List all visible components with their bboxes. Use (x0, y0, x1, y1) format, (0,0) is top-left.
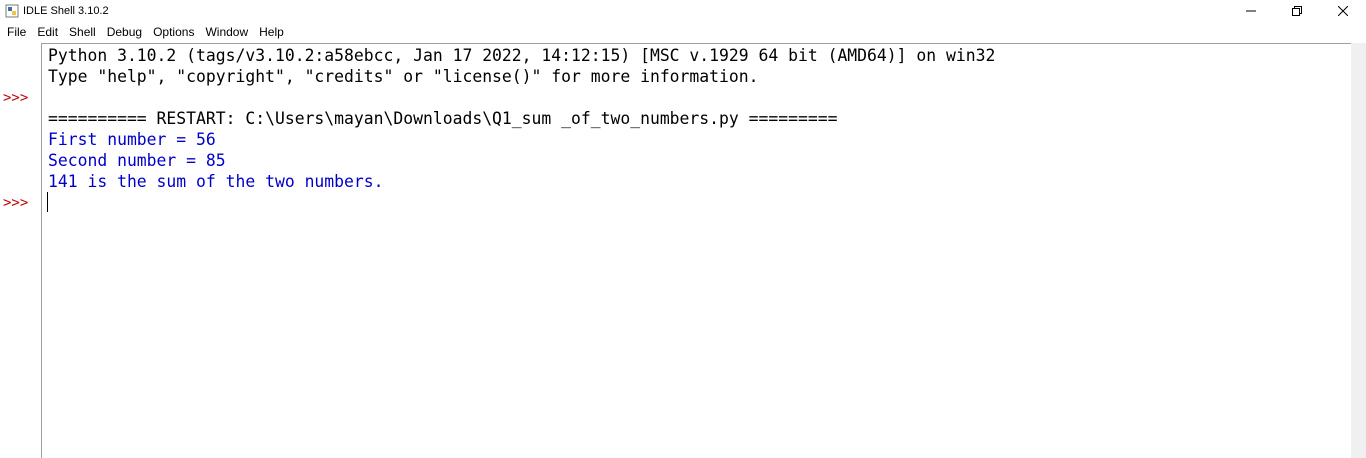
text-cursor (47, 192, 48, 212)
banner-line-2: Type "help", "copyright", "credits" or "… (48, 67, 759, 86)
prompt-marker: >>> (3, 90, 29, 106)
menu-help[interactable]: Help (253, 23, 289, 42)
prompt-gutter: >>> >>> (0, 43, 41, 458)
menu-options[interactable]: Options (147, 23, 199, 42)
minimize-icon (1246, 10, 1256, 12)
restore-icon (1292, 6, 1302, 16)
shell-text-area[interactable]: Python 3.10.2 (tags/v3.10.2:a58ebcc, Jan… (42, 44, 1351, 458)
menu-shell[interactable]: Shell (63, 23, 101, 42)
output-line-3: 141 is the sum of the two numbers. (48, 172, 384, 191)
menu-window[interactable]: Window (199, 23, 253, 42)
restart-line: ========== RESTART: C:\Users\mayan\Downl… (48, 109, 838, 128)
menu-debug[interactable]: Debug (101, 23, 147, 42)
output-line-1: First number = 56 (48, 130, 216, 149)
menu-edit[interactable]: Edit (31, 23, 63, 42)
prompt-marker-current: >>> (3, 195, 29, 211)
python-idle-icon (5, 4, 19, 18)
close-button[interactable] (1320, 0, 1366, 22)
window-title: IDLE Shell 3.10.2 (23, 5, 109, 17)
minimize-button[interactable] (1228, 0, 1274, 22)
scrollbar-thumb[interactable] (1353, 46, 1364, 454)
output-line-2: Second number = 85 (48, 151, 226, 170)
menu-bar: File Edit Shell Debug Options Window Hel… (0, 23, 1366, 42)
title-bar[interactable]: IDLE Shell 3.10.2 (0, 0, 1366, 22)
close-icon (1338, 6, 1348, 16)
restore-button[interactable] (1274, 0, 1320, 22)
menu-file[interactable]: File (0, 23, 31, 42)
idle-shell-window: IDLE Shell 3.10.2 File Edit Shell Debug … (0, 0, 1366, 458)
banner-line-1: Python 3.10.2 (tags/v3.10.2:a58ebcc, Jan… (48, 46, 996, 65)
